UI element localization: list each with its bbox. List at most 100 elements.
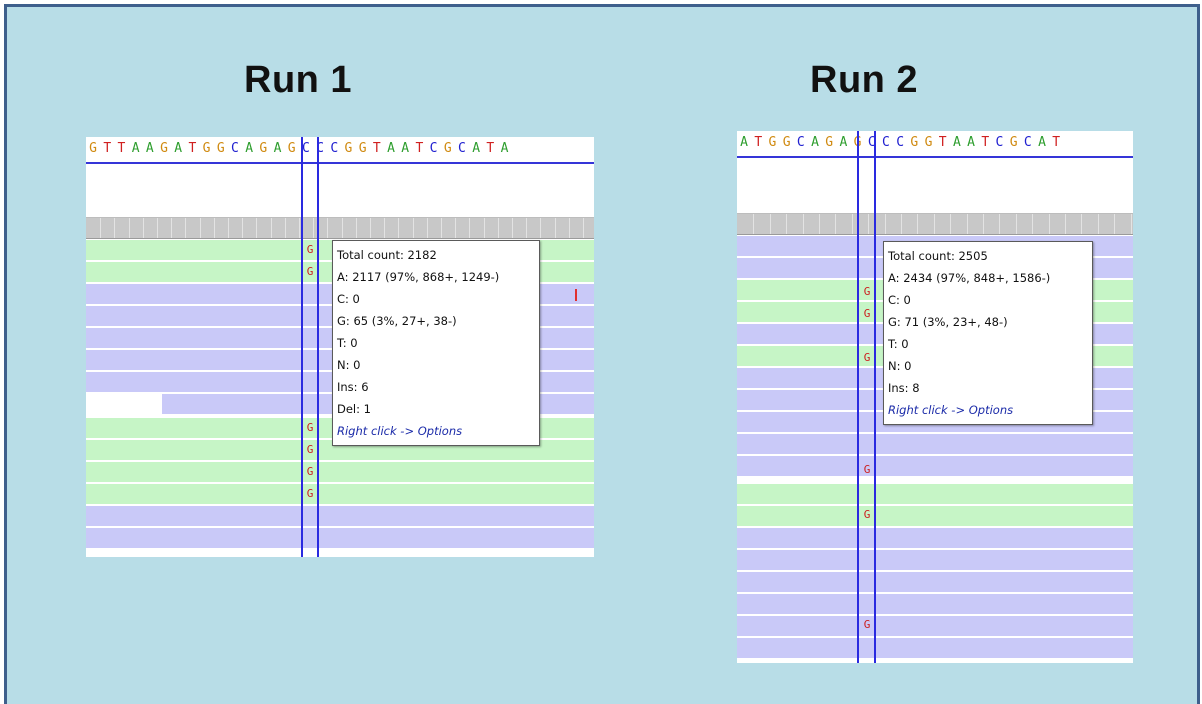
mismatch-base: G <box>306 243 314 256</box>
read-row[interactable] <box>737 528 1133 548</box>
coverage-tick <box>213 218 215 238</box>
coverage-tick <box>171 218 173 238</box>
coverage-tick <box>157 218 158 238</box>
run1-alignment-panel[interactable]: GTTAAGATGGCAGAGCCCGGTAATCGCATA G G G G G… <box>86 137 594 557</box>
ins-count: Ins: 8 <box>888 381 920 395</box>
reference-base: A <box>952 135 961 150</box>
read-row[interactable] <box>737 572 1133 592</box>
reference-base: G <box>259 141 268 156</box>
coverage-tick <box>983 214 984 234</box>
c-count: C: 0 <box>337 292 360 306</box>
reference-base: C <box>867 135 876 150</box>
n-count: N: 0 <box>337 358 361 372</box>
coverage-tick <box>469 218 471 238</box>
coverage-tick <box>568 218 570 238</box>
reference-base: A <box>131 141 140 156</box>
coverage-tick <box>441 218 442 238</box>
coverage-tick <box>1065 214 1066 234</box>
reference-base: C <box>316 141 324 156</box>
reference-base: T <box>188 141 197 156</box>
coverage-tick <box>1048 214 1050 234</box>
coverage-tick <box>185 218 187 238</box>
reference-base: G <box>160 141 168 156</box>
coverage-tick <box>497 218 499 238</box>
reference-base: G <box>782 135 791 150</box>
read-row[interactable] <box>86 462 594 482</box>
n-count: N: 0 <box>888 359 912 373</box>
run2-alignment-panel[interactable]: ATGGCAGAGCCCGGTAATCGCAT G G G G G G Tota… <box>737 131 1133 663</box>
run1-count-tooltip: Total count: 2182 A: 2117 (97%, 868+, 12… <box>332 240 540 446</box>
t-count: T: 0 <box>337 336 358 350</box>
coverage-tick <box>299 218 300 238</box>
reference-base: T <box>1052 135 1061 150</box>
read-row[interactable] <box>737 616 1133 636</box>
g-count: G: 71 (3%, 23+, 48-) <box>888 315 1008 329</box>
coverage-tick <box>455 218 457 238</box>
a-count: A: 2117 (97%, 868+, 1249-) <box>337 270 500 284</box>
reference-base: C <box>896 135 905 150</box>
mismatch-base: G <box>863 508 871 521</box>
run2-title: Run 2 <box>810 59 919 101</box>
read-row[interactable] <box>737 506 1133 526</box>
mismatch-base: G <box>863 285 871 298</box>
position-marker-right <box>874 131 876 663</box>
options-hint[interactable]: Right click -> Options <box>337 420 535 442</box>
read-row[interactable] <box>86 506 594 526</box>
read-row[interactable] <box>737 638 1133 658</box>
total-count: Total count: 2182 <box>337 248 437 262</box>
read-row[interactable] <box>737 550 1133 570</box>
reference-base: G <box>825 135 834 150</box>
g-count: G: 65 (3%, 27+, 38-) <box>337 314 457 328</box>
reference-base: C <box>231 141 239 156</box>
run2-sequence-divider <box>737 156 1133 158</box>
read-row[interactable] <box>737 456 1133 476</box>
reference-base: A <box>401 141 410 156</box>
coverage-tick <box>284 218 286 238</box>
reference-base: C <box>330 141 339 156</box>
reference-base: G <box>344 141 353 156</box>
read-row[interactable] <box>737 594 1133 614</box>
run2-coverage-track[interactable] <box>737 213 1133 235</box>
coverage-tick <box>398 218 400 238</box>
read-row[interactable] <box>86 484 594 504</box>
read-row[interactable] <box>737 484 1133 504</box>
reference-base: A <box>1038 135 1046 150</box>
coverage-tick <box>835 214 837 234</box>
coverage-tick <box>1032 214 1034 234</box>
coverage-tick <box>426 218 428 238</box>
reference-base: A <box>839 135 848 150</box>
coverage-tick <box>483 218 485 238</box>
coverage-tick <box>1097 214 1099 234</box>
read-row[interactable] <box>737 434 1133 454</box>
reference-base: C <box>429 141 438 156</box>
reference-base: A <box>245 141 254 156</box>
coverage-tick <box>100 218 102 238</box>
total-count: Total count: 2505 <box>888 249 988 263</box>
coverage-tick <box>256 218 258 238</box>
coverage-tick <box>999 214 1001 234</box>
coverage-tick <box>802 214 804 234</box>
reference-base: A <box>145 141 154 156</box>
reference-base: T <box>117 141 126 156</box>
coverage-tick <box>540 218 542 238</box>
reference-base: G <box>202 141 211 156</box>
mismatch-tick <box>575 289 577 301</box>
coverage-tick <box>1081 214 1083 234</box>
reference-base: G <box>910 135 919 150</box>
coverage-tick <box>819 214 820 234</box>
reference-base: C <box>995 135 1004 150</box>
options-hint[interactable]: Right click -> Options <box>888 399 1088 421</box>
coverage-tick <box>199 218 201 238</box>
read-row[interactable] <box>86 528 594 548</box>
mismatch-base: G <box>306 265 314 278</box>
reference-base: A <box>740 135 748 150</box>
reference-base: C <box>458 141 466 156</box>
run1-sequence-divider <box>86 162 594 164</box>
position-marker-left <box>301 137 303 557</box>
run1-coverage-track[interactable] <box>86 217 594 239</box>
reference-base: G <box>443 141 452 156</box>
coverage-tick <box>370 218 371 238</box>
coverage-tick <box>128 218 130 238</box>
reference-base: T <box>486 141 495 156</box>
coverage-tick <box>114 218 116 238</box>
